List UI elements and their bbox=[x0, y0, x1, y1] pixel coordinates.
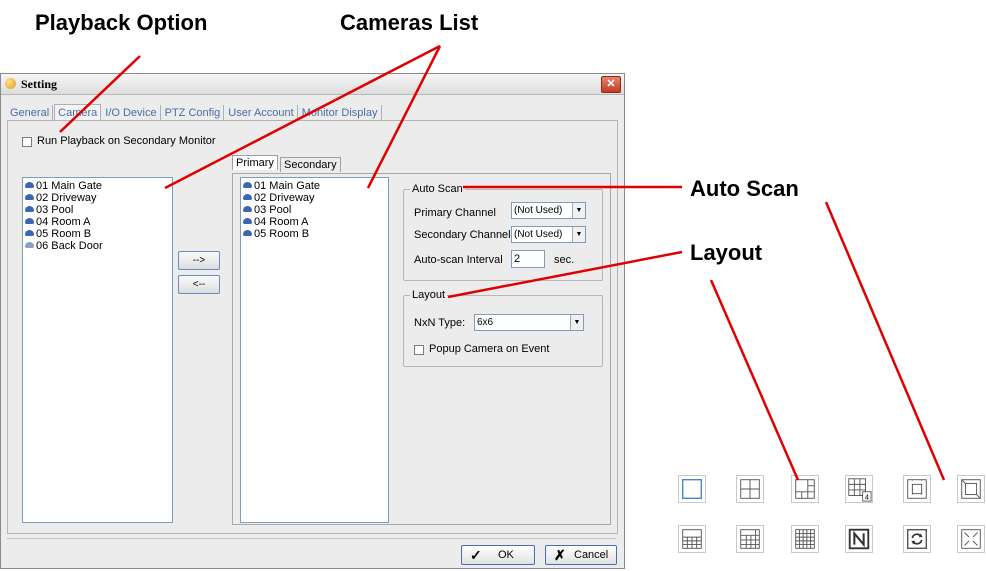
primary-cameras-list[interactable]: 01 Main Gate 02 Driveway 03 Pool 04 Room… bbox=[240, 177, 389, 523]
secondary-channel-label: Secondary Channel bbox=[414, 229, 511, 241]
camera-icon bbox=[243, 206, 252, 212]
camera-icon bbox=[25, 194, 34, 200]
list-item[interactable]: 02 Driveway bbox=[23, 192, 172, 204]
list-item[interactable]: 05 Room B bbox=[23, 228, 172, 240]
app-icon bbox=[5, 78, 16, 89]
tab-user-account[interactable]: User Account bbox=[225, 105, 298, 121]
list-item[interactable]: 03 Pool bbox=[241, 204, 388, 216]
tab-general[interactable]: General bbox=[7, 105, 54, 121]
badge-label: 4 bbox=[865, 493, 869, 502]
list-item[interactable]: 01 Main Gate bbox=[23, 180, 172, 192]
list-item[interactable]: 06 Back Door bbox=[23, 240, 172, 252]
single-view-icon[interactable] bbox=[678, 475, 706, 503]
autoscan-icon-pointer-line bbox=[824, 201, 946, 481]
5x5-view-icon[interactable] bbox=[736, 525, 764, 553]
nxn-type-label: NxN Type: bbox=[414, 317, 466, 329]
camera-icon bbox=[25, 182, 34, 188]
1-plus-12-view-icon[interactable] bbox=[903, 475, 931, 503]
list-item[interactable]: 01 Main Gate bbox=[241, 180, 388, 192]
all-cameras-list[interactable]: 01 Main Gate 02 Driveway 03 Pool 04 Room… bbox=[22, 177, 173, 523]
camera-icon bbox=[243, 230, 252, 236]
list-item[interactable]: 04 Room A bbox=[241, 216, 388, 228]
layout-group: Layout NxN Type: 6x6 ▼ Popup Camera on E… bbox=[403, 289, 603, 367]
footer-divider bbox=[7, 538, 616, 539]
primary-channel-select[interactable]: (Not Used) ▼ bbox=[511, 202, 586, 219]
4x4-view-icon[interactable] bbox=[678, 525, 706, 553]
chevron-down-icon: ▼ bbox=[572, 203, 585, 218]
settings-dialog: Setting ✕ General Camera I/O Device PTZ Con… bbox=[0, 73, 625, 569]
quad-view-icon[interactable] bbox=[736, 475, 764, 503]
camera-icon bbox=[25, 206, 34, 212]
primary-channel-label: Primary Channel bbox=[414, 207, 496, 219]
6x6-view-icon[interactable] bbox=[791, 525, 819, 553]
3x3-plus-4-view-icon[interactable]: 4 bbox=[845, 475, 873, 503]
auto-scan-interval-unit: sec. bbox=[554, 254, 575, 266]
callout-playback-option: Playback Option bbox=[35, 10, 208, 35]
layout-group-title: Layout bbox=[410, 289, 448, 301]
tab-monitor-display[interactable]: Monitor Display bbox=[299, 105, 382, 121]
camera-icon bbox=[25, 218, 34, 224]
tab-io-device[interactable]: I/O Device bbox=[102, 105, 161, 121]
chevron-down-icon: ▼ bbox=[572, 227, 585, 242]
callout-auto-scan: Auto Scan bbox=[690, 176, 799, 201]
popup-camera-checkbox[interactable] bbox=[414, 345, 424, 355]
list-item[interactable]: 02 Driveway bbox=[241, 192, 388, 204]
nxn-view-icon[interactable] bbox=[845, 525, 873, 553]
subtab-primary[interactable]: Primary bbox=[232, 155, 278, 170]
tab-ptz-config[interactable]: PTZ Config bbox=[162, 105, 225, 121]
playback-secondary-label: Run Playback on Secondary Monitor bbox=[37, 135, 216, 147]
secondary-channel-select[interactable]: (Not Used) ▼ bbox=[511, 226, 586, 243]
subtab-secondary[interactable]: Secondary bbox=[280, 157, 341, 172]
camera-icon bbox=[243, 218, 252, 224]
camera-icon bbox=[243, 182, 252, 188]
camera-tab-panel: Run Playback on Secondary Monitor 01 Mai… bbox=[7, 120, 618, 534]
camera-icon bbox=[243, 194, 252, 200]
camera-icon bbox=[25, 230, 34, 236]
layout-icon-pointer-line bbox=[709, 279, 800, 481]
1-plus-7-view-icon[interactable] bbox=[957, 475, 985, 503]
checkmark-icon: ✓ bbox=[470, 547, 482, 563]
auto-scan-group: Auto Scan Primary Channel (Not Used) ▼ S… bbox=[403, 183, 603, 281]
auto-scan-interval-input[interactable]: 2 bbox=[511, 250, 545, 268]
auto-scan-interval-label: Auto-scan Interval bbox=[414, 254, 503, 266]
ok-button[interactable]: ✓ OK bbox=[461, 545, 535, 565]
list-item[interactable]: 04 Room A bbox=[23, 216, 172, 228]
list-item[interactable]: 03 Pool bbox=[23, 204, 172, 216]
close-button[interactable]: ✕ bbox=[601, 76, 621, 93]
window-title: Setting bbox=[21, 77, 57, 91]
list-item[interactable]: 05 Room B bbox=[241, 228, 388, 240]
playback-secondary-checkbox[interactable] bbox=[22, 137, 32, 147]
chevron-down-icon: ▼ bbox=[570, 315, 583, 330]
title-bar: Setting ✕ bbox=[1, 74, 624, 95]
cancel-button[interactable]: ✗ Cancel bbox=[545, 545, 617, 565]
move-left-button[interactable]: <-- bbox=[178, 275, 220, 294]
camera-icon bbox=[25, 242, 34, 248]
callout-layout: Layout bbox=[690, 240, 763, 265]
auto-scan-group-title: Auto Scan bbox=[410, 183, 465, 195]
tab-camera[interactable]: Camera bbox=[54, 104, 102, 121]
nxn-type-select[interactable]: 6x6 ▼ bbox=[474, 314, 584, 331]
move-right-button[interactable]: --> bbox=[178, 251, 220, 270]
auto-scan-icon[interactable] bbox=[903, 525, 931, 553]
x-icon: ✗ bbox=[554, 547, 566, 563]
popup-camera-label: Popup Camera on Event bbox=[429, 343, 550, 355]
1-plus-5-view-icon[interactable] bbox=[791, 475, 819, 503]
callout-cameras-list: Cameras List bbox=[340, 10, 479, 35]
settings-tabs: General Camera I/O Device PTZ Config User Ac… bbox=[7, 103, 383, 121]
fullscreen-icon[interactable] bbox=[957, 525, 985, 553]
